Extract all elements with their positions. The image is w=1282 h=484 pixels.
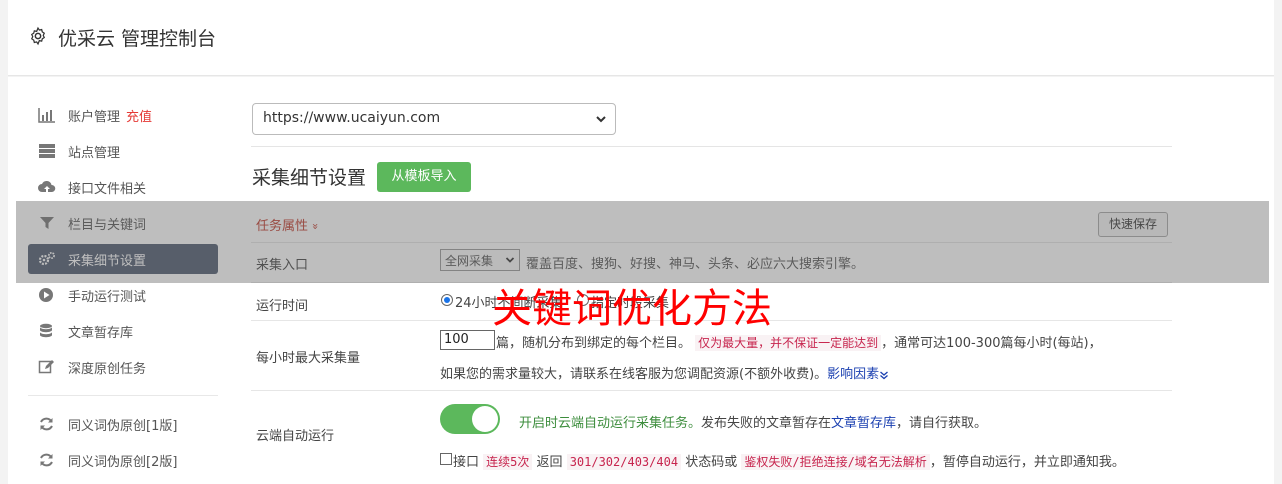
server-icon — [39, 144, 55, 158]
max-per-hour-line1: 篇，随机分布到绑定的每个栏目。 仅为最大量，并不保证一定能达到 ，通常可达100-… — [496, 332, 1102, 351]
pause-on-error-text: 接口 连续5次 返回 301/302/403/404 状态码或 鉴权失败/拒绝连… — [453, 451, 1125, 470]
cloud-auto-text1: 发布失败的文章暂存在 — [701, 416, 832, 431]
code-status: 301/302/403/404 — [566, 454, 682, 470]
import-template-button[interactable]: 从模板导入 — [377, 162, 471, 192]
gear-icon — [30, 26, 46, 46]
sidebar-item-account[interactable]: 账户管理 充值 — [28, 100, 218, 130]
max-text1: 篇，随机分布到绑定的每个栏目。 — [496, 336, 692, 351]
run-24h-radio[interactable] — [441, 294, 453, 306]
sidebar-item-label: 账户管理 — [68, 110, 121, 125]
sidebar-item-interface[interactable]: 接口文件相关 — [28, 172, 218, 202]
sidebar-divider — [28, 395, 218, 396]
sidebar-item-label: 深度原创任务 — [68, 362, 147, 377]
cb-text3: 返回 — [536, 455, 563, 470]
cloud-auto-toggle[interactable] — [440, 404, 500, 434]
gray-overlay-band — [16, 201, 1269, 283]
cloud-upload-icon — [38, 180, 56, 192]
code-auth-fail: 鉴权失败/拒绝连接/域名无法解析 — [741, 454, 930, 470]
recharge-link[interactable]: 充值 — [126, 110, 152, 125]
max-per-hour-input[interactable]: 100 — [440, 330, 495, 350]
run-time-label: 运行时间 — [256, 299, 309, 314]
site-select-value: https://www.ucaiyun.com — [263, 110, 441, 126]
refresh-icon — [40, 417, 53, 431]
top-header: 优采云 管理控制台 — [8, 0, 1274, 76]
toggle-knob — [472, 406, 498, 432]
code-5-times: 连续5次 — [483, 454, 533, 470]
refresh-icon — [40, 453, 53, 467]
cloud-auto-green: 开启时云端自动运行采集任务。 — [519, 416, 702, 431]
sidebar-item-deep-original[interactable]: 深度原创任务 — [28, 352, 218, 382]
sidebar-item-synonym-v1[interactable]: 同义词伪原创[1版] — [28, 409, 218, 439]
section-title: 采集细节设置 — [252, 167, 367, 189]
cloud-auto-desc: 开启时云端自动运行采集任务。发布失败的文章暂存在文章暂存库，请自行获取。 — [519, 412, 987, 431]
chevron-down-icon — [880, 371, 889, 379]
max-text3: 如果您的需求量较大，请联系在线客服为您调配资源(不额外收费)。 — [440, 367, 828, 382]
sidebar-item-label: 站点管理 — [68, 146, 121, 161]
page-title: 优采云 管理控制台 — [58, 28, 217, 50]
article-store-link[interactable]: 文章暂存库 — [831, 416, 896, 431]
sidebar-item-label: 同义词伪原创[1版] — [68, 419, 178, 434]
max-per-hour-line2: 如果您的需求量较大，请联系在线客服为您调配资源(不额外收费)。影响因素 — [440, 363, 889, 382]
watermark-text: 关键词优化方法 — [492, 286, 772, 332]
chevron-down-icon — [596, 116, 606, 123]
sidebar-item-label: 手动运行测试 — [68, 290, 147, 305]
max-per-hour-label: 每小时最大采集量 — [256, 351, 361, 366]
influence-factors-link[interactable]: 影响因素 — [827, 367, 889, 382]
sidebar-item-manual-run[interactable]: 手动运行测试 — [28, 280, 218, 310]
sidebar-item-label: 接口文件相关 — [68, 182, 147, 197]
cb-text5: ，暂停自动运行，并立即通知我。 — [929, 455, 1125, 470]
cb-text4: 状态码或 — [685, 455, 738, 470]
cloud-auto-row: 云端自动运行 — [251, 391, 1172, 484]
play-circle-icon — [39, 288, 53, 302]
sidebar-item-synonym-v2[interactable]: 同义词伪原创[2版] — [28, 445, 218, 475]
max-text2: ，通常可达100-300篇每小时(每站)， — [881, 336, 1102, 351]
bar-chart-icon — [38, 108, 55, 123]
max-code-note: 仅为最大量，并不保证一定能达到 — [695, 335, 882, 351]
influence-factors-text: 影响因素 — [827, 367, 880, 382]
edit-icon — [38, 360, 54, 374]
sidebar-item-sites[interactable]: 站点管理 — [28, 136, 218, 166]
site-select[interactable]: https://www.ucaiyun.com — [252, 103, 616, 135]
sidebar-item-label: 同义词伪原创[2版] — [68, 455, 178, 470]
cloud-auto-label: 云端自动运行 — [256, 429, 335, 444]
cloud-auto-text2: ，请自行获取。 — [896, 416, 988, 431]
sidebar-item-label: 文章暂存库 — [68, 326, 134, 341]
sidebar-item-article-store[interactable]: 文章暂存库 — [28, 316, 218, 346]
divider — [251, 146, 1172, 147]
pause-on-error-checkbox[interactable] — [440, 453, 452, 465]
cb-label: 接口 — [453, 455, 480, 470]
database-icon — [40, 323, 52, 338]
